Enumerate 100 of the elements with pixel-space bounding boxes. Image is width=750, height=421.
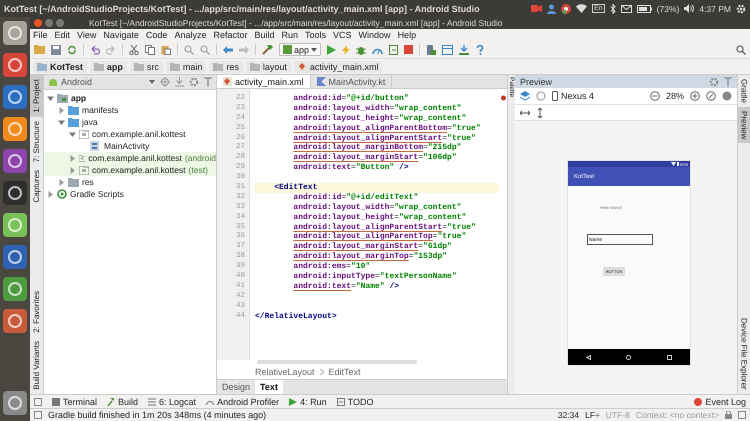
navigation-crumb[interactable]: activity_main.xml [294,60,382,72]
hide-panel-icon[interactable] [724,76,732,86]
wifi-icon[interactable] [576,4,588,13]
menu-item[interactable]: Tools [305,30,326,40]
fit-screen-icon[interactable] [706,91,716,101]
menu-item[interactable]: Window [358,30,391,40]
sync-icon[interactable] [67,44,77,54]
app-tile-icon[interactable] [3,85,27,109]
volume-icon[interactable] [684,4,694,13]
app-tile-icon[interactable] [3,181,27,205]
tool-window-tab[interactable]: 2: Favorites [30,287,43,338]
collapsed-arrow-icon[interactable] [47,190,54,198]
run-icon[interactable] [327,44,336,54]
tree-item[interactable]: manifests [44,104,216,116]
hide-panel-icon[interactable] [204,77,212,87]
line-separator[interactable]: LF÷ [585,410,600,420]
minimize-icon[interactable] [45,19,53,27]
expanded-arrow-icon[interactable] [47,94,54,102]
lock-icon[interactable] [725,411,732,419]
tool-window-button[interactable]: Build [107,396,138,406]
copy-icon[interactable] [145,44,155,54]
navigation-crumb[interactable]: app [90,60,127,72]
app-tile-icon[interactable] [3,245,27,269]
tree-item[interactable]: app [44,92,216,104]
browser-icon[interactable] [561,4,572,14]
cursor-position[interactable]: 32:34 [558,410,580,420]
navigation-crumb[interactable]: src [130,60,163,72]
save-icon[interactable] [51,44,61,54]
tool-window-button[interactable]: 6: Logcat [148,396,196,406]
navigation-crumb[interactable]: res [209,60,243,72]
menu-item[interactable]: Code [146,30,168,40]
close-icon[interactable] [34,19,42,27]
device-icon[interactable] [426,44,436,54]
tree-item[interactable]: Gradle Scripts [44,188,216,200]
inspector-icon[interactable] [738,411,746,419]
tool-window-button[interactable]: TODO [336,396,374,406]
app-tile-icon[interactable] [3,53,27,77]
expanded-arrow-icon[interactable] [58,118,65,126]
app-tile-icon[interactable] [3,149,27,173]
crosshair-icon[interactable] [160,77,170,87]
folder-icon[interactable] [34,45,45,54]
paste-icon[interactable] [161,44,171,54]
menu-item[interactable]: Analyze [174,30,206,40]
horizontal-arrow-icon[interactable] [520,110,530,116]
tree-item[interactable]: com.example.anil.kottest (android [44,152,216,164]
breadcrumb-item[interactable]: EditText [328,367,361,377]
undo-icon[interactable] [90,44,100,54]
menu-item[interactable]: File [33,30,48,40]
help-icon[interactable] [475,44,486,54]
run-configuration-dropdown[interactable]: app [279,43,322,56]
tree-item[interactable]: MainActivity [44,140,216,152]
tool-window-button[interactable]: Terminal [52,396,98,406]
menu-item[interactable]: View [77,30,96,40]
rotate-icon[interactable] [536,91,546,101]
clock[interactable]: 4:37 PM [699,4,731,14]
download-icon[interactable] [459,44,470,54]
layers-icon[interactable] [520,91,530,101]
menu-item[interactable]: Navigate [103,30,139,40]
editor-view-tab[interactable]: Text [255,380,283,394]
tool-window-tab[interactable]: 7: Structure [30,116,43,166]
app-tile-icon[interactable] [3,213,27,237]
editor-tab[interactable]: MainActivity.kt [310,75,392,88]
app-tile-icon[interactable] [3,309,27,333]
bug-icon[interactable] [356,44,366,54]
battery-icon[interactable] [636,4,652,12]
breadcrumb-item[interactable]: RelativeLayout [255,367,315,377]
hammer-icon[interactable] [262,44,273,55]
app-tile-icon[interactable] [3,117,27,141]
tool-window-button[interactable]: Android Profiler [206,396,280,406]
expanded-arrow-icon[interactable] [69,130,76,138]
tool-window-tab[interactable]: Gradle [738,75,750,108]
search-icon[interactable] [736,44,746,54]
zoom-out-icon[interactable] [650,91,660,101]
tool-window-button[interactable]: 4: Run [289,396,327,406]
tool-window-tab[interactable]: Device File Explorer [738,314,750,394]
camera-icon[interactable] [531,4,542,13]
collapsed-arrow-icon[interactable] [69,166,76,174]
menu-item[interactable]: Edit [54,30,70,40]
navigation-crumb[interactable]: main [166,60,206,72]
tree-item[interactable]: com.example.anil.kottest [44,128,216,140]
tree-item[interactable]: com.example.anil.kottest (test) [44,164,216,176]
tree-item[interactable]: res [44,176,216,188]
tool-window-tab[interactable]: 1: Project [30,75,43,117]
tree-item[interactable]: java [44,116,216,128]
menu-item[interactable]: VCS [333,30,352,40]
back-arrow-icon[interactable] [223,44,233,54]
collapsed-arrow-icon[interactable] [58,106,65,114]
collapse-icon[interactable] [175,77,184,87]
mail-icon[interactable] [620,4,632,12]
cut-icon[interactable] [129,44,139,54]
maximize-icon[interactable] [56,19,64,27]
app-tile-icon[interactable] [3,277,27,301]
bluetooth-icon[interactable] [610,4,616,14]
editor-view-tab[interactable]: Design [217,380,256,394]
app-tile-icon[interactable] [3,21,27,45]
menu-item[interactable]: Run [282,30,298,40]
tool-window-tab[interactable]: Captures [30,166,43,207]
replace-icon[interactable] [200,44,210,54]
menu-item[interactable]: Help [398,30,416,40]
zoom-in-icon[interactable] [690,91,700,101]
